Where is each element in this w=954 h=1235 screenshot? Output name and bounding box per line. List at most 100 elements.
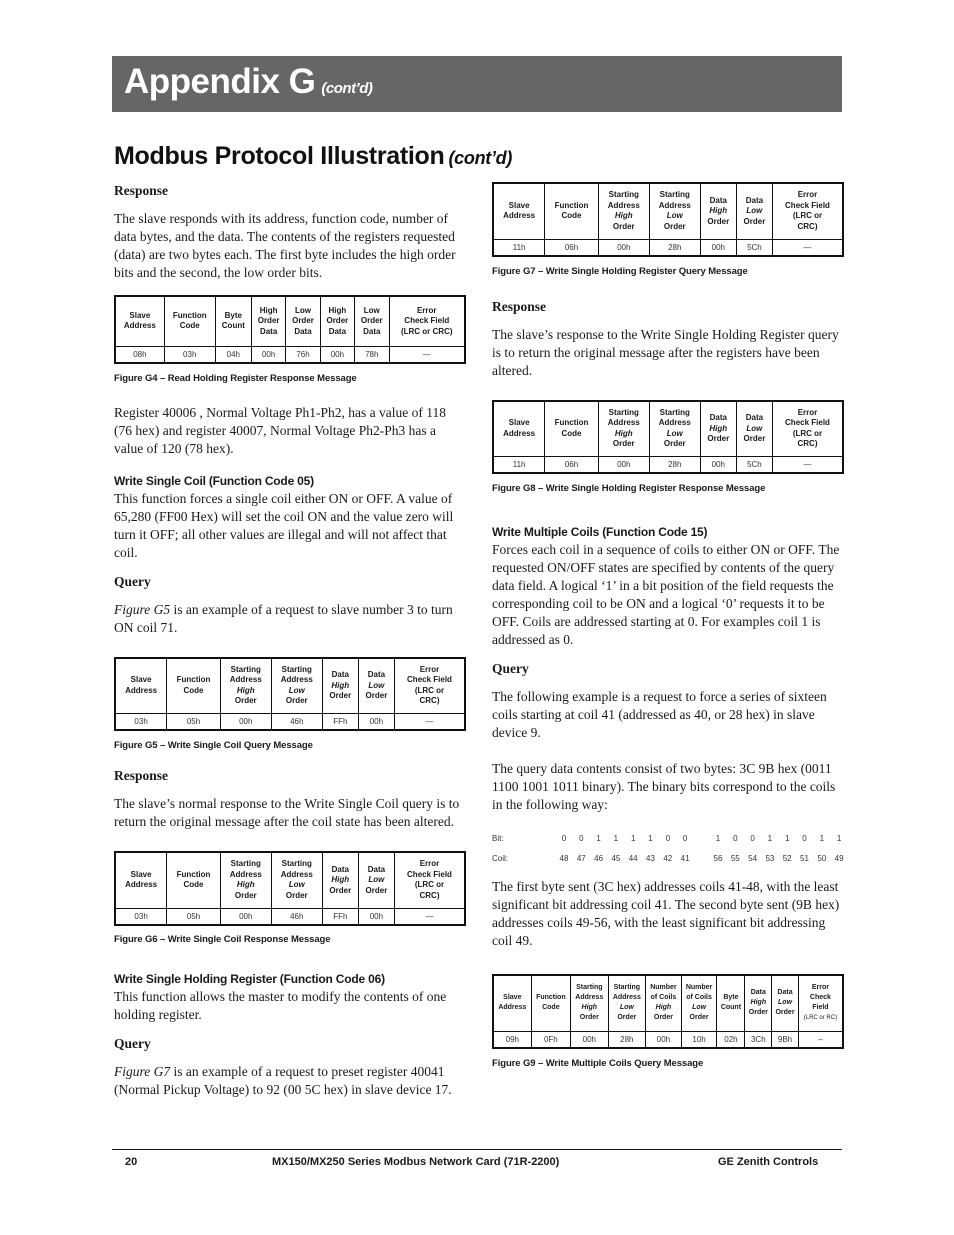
table-cell: 00h	[220, 908, 272, 925]
header-cell: Low Order Data	[354, 296, 390, 347]
bit-value: 0	[750, 834, 755, 843]
bit-value: 0	[665, 834, 671, 843]
table-header-row: Slave Address Function Code Starting Address H…	[493, 975, 843, 1032]
header-cell: Slave Address	[115, 296, 165, 347]
register-paragraph: Register 40006 , Normal Voltage Ph1-Ph2,…	[114, 404, 446, 456]
figure-g5-reference: Figure G5	[114, 601, 171, 617]
appendix-title-text: Appendix G	[124, 62, 316, 101]
bit-coil-mapping: Bit: 0 0 1 1 1 1 0 0 1 0 0 1 1 0 1 1 Coil: 48 47 46 45 44 43…	[492, 834, 844, 868]
table-cell: 03h	[115, 713, 168, 730]
figure-g9-caption: Figure G9 – Write Multiple Coils Query M…	[492, 1057, 704, 1069]
header-cell: Error Check Field (LRC or RC)	[798, 975, 843, 1032]
header-cell: Data Low Order	[358, 657, 395, 714]
header-cell: Function Code	[544, 183, 599, 240]
figure-g9-table: Slave Address Function Code Starting Address H…	[492, 974, 844, 1049]
coil-number: 51	[800, 854, 809, 863]
table-cell: 28h	[608, 1031, 647, 1048]
table-cell: FFh	[322, 908, 359, 925]
header-cell: Error Check Field (LRC or CRC)	[389, 296, 465, 347]
coil-number: 55	[730, 854, 740, 863]
response-heading: Response	[114, 183, 169, 198]
section-title-text: Modbus Protocol Illustration	[114, 142, 445, 170]
header-cell: Error Check Field (LRC or CRC)	[394, 852, 465, 909]
response-heading-2: Response	[114, 768, 169, 783]
coil-number: 42	[663, 854, 673, 863]
header-cell: Starting Address High Order	[220, 852, 272, 909]
header-cell: Number of Coils Low Order	[681, 975, 718, 1032]
header-cell: Byte Count	[716, 975, 746, 1032]
header-cell: Slave Address	[493, 183, 546, 240]
query-paragraph-2: Figure G7 is an example of a request to …	[114, 1063, 466, 1099]
bit-value: 1	[613, 834, 619, 843]
figure-g8-table: Slave Address Function Code Starting Address H…	[492, 399, 844, 474]
table-cell: 00h	[700, 456, 737, 473]
table-cell: —	[803, 242, 812, 252]
table-cell: 76h	[285, 346, 321, 363]
table-cell: 05h	[166, 908, 221, 925]
table-cell: 28h	[649, 239, 701, 256]
header-cell: Number of Coils High Order	[645, 975, 682, 1032]
table-row: 09h 0Fh 00h 28h 00h 10h 02h 3Ch 9Bh –	[493, 1031, 843, 1048]
bit-value: 0	[802, 834, 807, 843]
table-cell: 11h	[493, 456, 546, 473]
header-cell: Slave Address	[493, 400, 546, 457]
header-cell: High Order Data	[251, 296, 287, 347]
table-cell: 46h	[271, 713, 323, 730]
coil-number: 41	[680, 854, 690, 863]
table-cell: —	[803, 460, 812, 469]
header-cell: Slave Address	[493, 975, 532, 1032]
coil-number: 48	[559, 854, 569, 863]
header-cell: Low Order Data	[285, 296, 321, 347]
coil-number: 52	[782, 854, 792, 863]
table-cell: 00h	[598, 239, 650, 256]
table-cell: 28h	[649, 456, 701, 473]
coil-number: 49	[834, 854, 844, 863]
table-cell: 0Fh	[531, 1031, 572, 1048]
table-cell: 00h	[358, 713, 395, 730]
header-cell: Data High Order	[322, 852, 359, 909]
table-cell: 9Bh	[771, 1031, 799, 1048]
coil-number: 50	[817, 854, 827, 863]
page-number: 20	[125, 1156, 138, 1168]
coil-number: 44	[628, 854, 638, 863]
table-cell: 11h	[493, 239, 546, 256]
header-cell: Data High Order	[700, 183, 737, 240]
bit-value: 0	[682, 834, 688, 843]
table-header-row: Slave Address Function Code Starting Address H…	[493, 400, 843, 457]
footer-divider	[112, 1149, 842, 1150]
header-cell: Starting Address Low Order	[649, 183, 701, 240]
table-cell: 5Ch	[736, 456, 773, 473]
query-heading-2: Query	[114, 1035, 151, 1051]
bit-row: Bit: 0 0 1 1 1 1 0 0 1 0 0 1 1 0 1 1	[492, 834, 844, 846]
coil-number: 53	[765, 854, 775, 863]
response-paragraph-2: The slave’s normal response to the Write…	[114, 796, 460, 829]
header-cell: Data Low Order	[358, 852, 395, 909]
bit-value: 1	[836, 834, 842, 843]
figure-g7-table: Slave Address Function Code Starting Address H…	[492, 182, 844, 257]
table-row: 03h 05h 00h 46h FFh 00h —	[115, 713, 465, 730]
bit-value: 1	[715, 834, 721, 843]
header-cell: Starting Address Low Order	[649, 400, 701, 457]
table-cell: 00h	[570, 1031, 609, 1048]
header-cell: Data High Order	[744, 975, 773, 1032]
response-heading-3: Response	[492, 298, 547, 314]
header-cell: Function Code	[166, 852, 221, 909]
table-cell: 08h	[115, 346, 165, 363]
coil-number: 43	[646, 854, 655, 863]
header-cell: Data High Order	[700, 400, 737, 457]
header-cell: Data High Order	[322, 657, 359, 714]
bit-label: Bit:	[492, 834, 504, 843]
table-row: 11h 06h 00h 28h 00h 5Ch —	[493, 456, 843, 473]
section-title: Modbus Protocol Illustration (cont’d)	[114, 142, 512, 171]
table-cell: 00h	[358, 908, 395, 925]
bytes-paragraph: The first byte sent (3C hex) addresses c…	[492, 879, 840, 948]
header-cell: Data Low Order	[736, 400, 773, 457]
header-cell: High Order Data	[320, 296, 356, 347]
figure-g5-caption: Figure G5 – Write Single Coil Query Mess…	[114, 740, 313, 751]
bit-value: 1	[784, 834, 790, 843]
table-row: 03h 05h 00h 46h FFh 00h —	[115, 908, 465, 925]
header-cell: Error Check Field (LRC or CRC)	[772, 400, 843, 457]
company-name: GE Zenith Controls	[718, 1156, 819, 1168]
table-cell: —	[425, 717, 434, 726]
table-cell: FFh	[322, 713, 359, 730]
